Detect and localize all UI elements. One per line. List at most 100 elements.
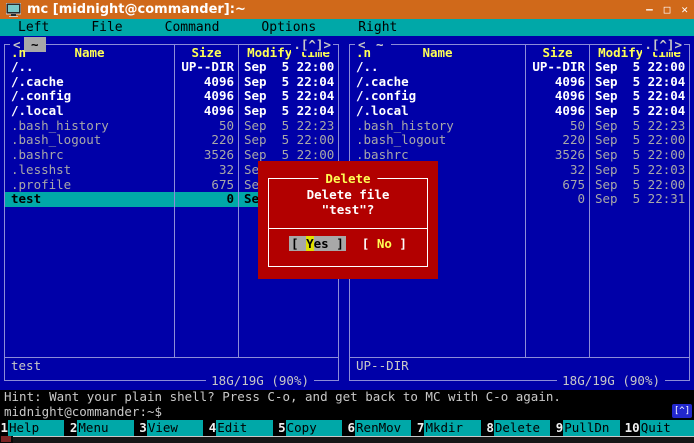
maximize-button[interactable]: □ (664, 3, 671, 16)
file-mtime: Sep 5 22:23 (238, 119, 338, 134)
file-size: 0 (525, 192, 589, 207)
hint-line: Hint: Want your plain shell? Press C-o, … (0, 390, 694, 404)
fkey-quit[interactable]: 10Quit (625, 420, 694, 436)
dialog-title: Delete (318, 171, 377, 186)
panel-updir-icon[interactable]: .[^]> (642, 37, 684, 52)
file-name: /.. (350, 60, 525, 75)
horizontal-scrollbar[interactable] (13, 436, 694, 443)
file-size: 0 (174, 192, 238, 207)
fkey-label: Help (8, 420, 64, 436)
fkey-label: Delete (494, 420, 550, 436)
fkey-mkdir[interactable]: 7Mkdir (416, 420, 485, 436)
minimize-button[interactable]: – (646, 3, 653, 16)
file-row-config[interactable]: /.config4096Sep 5 22:04 (5, 89, 338, 104)
close-button[interactable]: ✕ (681, 3, 688, 16)
menu-command[interactable]: Command (165, 20, 220, 35)
file-size: 4096 (174, 104, 238, 119)
file-mtime: Sep 5 22:04 (238, 89, 338, 104)
file-row-bash-logout[interactable]: .bash_logout220Sep 5 22:00 (5, 133, 338, 148)
file-name: /.cache (350, 75, 525, 90)
window-title: mc [midnight@commander]:~ (27, 2, 646, 17)
file-size: 50 (174, 119, 238, 134)
file-size: 220 (525, 133, 589, 148)
file-mtime: Sep 5 22:04 (589, 104, 689, 119)
file-row-config[interactable]: /.config4096Sep 5 22:04 (350, 89, 689, 104)
file-size: 4096 (174, 89, 238, 104)
file-row-bash-logout[interactable]: .bash_logout220Sep 5 22:00 (350, 133, 689, 148)
file-row-local[interactable]: /.local4096Sep 5 22:04 (350, 104, 689, 119)
fkey-number: 2 (69, 420, 77, 436)
fkey-number: 1 (0, 420, 8, 436)
file-mtime: Sep 5 22:04 (589, 75, 689, 90)
file-name: .bash_history (5, 119, 174, 134)
fkey-label: Edit (216, 420, 272, 436)
file-size: 32 (174, 163, 238, 178)
fkey-menu[interactable]: 2Menu (69, 420, 138, 436)
file-size: 32 (525, 163, 589, 178)
file-size: 4096 (525, 89, 589, 104)
panel-updir-icon[interactable]: .[^]> (291, 37, 333, 52)
window-controls: – □ ✕ (646, 3, 688, 16)
file-name: .bash_logout (350, 133, 525, 148)
fkey-copy[interactable]: 5Copy (278, 420, 347, 436)
column-header-name[interactable]: Name (422, 45, 452, 60)
file-row-bash-history[interactable]: .bash_history50Sep 5 22:23 (5, 119, 338, 134)
scroll-up-badge[interactable]: [^] (672, 404, 692, 418)
fkey-pulldn[interactable]: 9PullDn (555, 420, 624, 436)
fkey-number: 6 (347, 420, 355, 436)
file-row-cache[interactable]: /.cache4096Sep 5 22:04 (350, 75, 689, 90)
file-row-[interactable]: /..UP--DIRSep 5 22:00 (350, 60, 689, 75)
file-name: .bash_history (350, 119, 525, 134)
no-hotkey: No (377, 236, 392, 251)
file-name: .lesshst (5, 163, 174, 178)
no-button[interactable]: [ No ] (362, 236, 407, 251)
fkey-label: Copy (286, 420, 342, 436)
panel-header: .nName Size Modify time (350, 45, 689, 60)
file-size: UP--DIR (525, 60, 589, 75)
file-name: /.local (350, 104, 525, 119)
file-size: 675 (174, 178, 238, 193)
file-mtime: Sep 5 22:31 (589, 192, 689, 207)
menu-options[interactable]: Options (261, 20, 316, 35)
menu-right[interactable]: Right (358, 20, 397, 35)
fkey-view[interactable]: 3View (139, 420, 208, 436)
file-row-local[interactable]: /.local4096Sep 5 22:04 (5, 104, 338, 119)
file-name: /.config (350, 89, 525, 104)
bottom-strip (0, 436, 694, 443)
file-row-cache[interactable]: /.cache4096Sep 5 22:04 (5, 75, 338, 90)
fkey-renmov[interactable]: 6RenMov (347, 420, 416, 436)
fkey-label: Quit (640, 420, 694, 436)
yes-button[interactable]: [ Yes ] (289, 236, 346, 251)
file-size: 675 (525, 178, 589, 193)
file-name: .bash_logout (5, 133, 174, 148)
monitor-icon (6, 3, 21, 17)
fkey-label: RenMov (355, 420, 411, 436)
fkey-number: 7 (416, 420, 424, 436)
file-size: 220 (174, 133, 238, 148)
function-key-bar: 1Help2Menu3View4Edit5Copy6RenMov7Mkdir8D… (0, 420, 694, 436)
command-line[interactable]: midnight@commander:~$ (0, 404, 694, 420)
file-size: 50 (525, 119, 589, 134)
yes-hotkey: Y (306, 236, 314, 251)
column-header-size[interactable]: Size (174, 45, 238, 60)
file-mtime: Sep 5 22:04 (238, 104, 338, 119)
column-header-name[interactable]: Name (74, 45, 104, 60)
fkey-edit[interactable]: 4Edit (208, 420, 277, 436)
menu-left[interactable]: Left (18, 20, 49, 35)
fkey-label: View (147, 420, 203, 436)
fkey-delete[interactable]: 8Delete (486, 420, 555, 436)
fkey-number: 8 (486, 420, 494, 436)
file-row-bash-history[interactable]: .bash_history50Sep 5 22:23 (350, 119, 689, 134)
menu-file[interactable]: File (91, 20, 122, 35)
fkey-help[interactable]: 1Help (0, 420, 69, 436)
panel-header: .nName Size Modify time (5, 45, 338, 60)
dialog-buttons: [ Yes ] [ No ] (258, 235, 438, 251)
column-header-size[interactable]: Size (525, 45, 589, 60)
file-row-[interactable]: /..UP--DIRSep 5 22:00 (5, 60, 338, 75)
file-mtime: Sep 5 22:04 (589, 89, 689, 104)
delete-dialog: Delete Delete file "test"? [ Yes ] [ No … (258, 161, 438, 279)
file-size: UP--DIR (174, 60, 238, 75)
file-mtime: Sep 5 22:00 (589, 178, 689, 193)
window-titlebar: mc [midnight@commander]:~ – □ ✕ (0, 0, 694, 19)
file-name: /.. (5, 60, 174, 75)
